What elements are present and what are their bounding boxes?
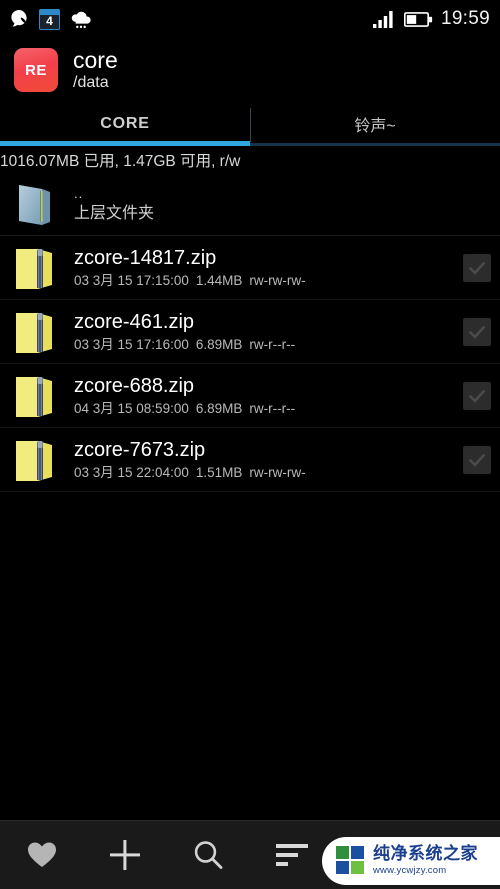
- file-name: zcore-688.zip: [74, 374, 195, 397]
- tab-bar: CORE 铃声~: [0, 102, 500, 146]
- page-title: core: [73, 47, 118, 74]
- table-row[interactable]: zcore-7673.zip 03 3月 15 22:04:00 1.51MB rw…: [0, 428, 500, 492]
- list-item-parent[interactable]: .. 上层文件夹: [0, 174, 500, 236]
- zip-folder-icon: [8, 371, 60, 421]
- site-watermark: 纯净系统之家 www.ycwjzy.com: [322, 837, 500, 885]
- file-row-text: zcore-7673.zip 03 3月 15 22:04:00 1.51MB rw…: [60, 438, 460, 482]
- table-row[interactable]: zcore-14817.zip 03 3月 15 17:15:00 1.44MB r…: [0, 236, 500, 300]
- file-row-text: zcore-461.zip 03 3月 15 17:16:00 6.89MB rw-…: [60, 310, 460, 354]
- file-select-checkbox[interactable]: [460, 381, 494, 410]
- search-icon[interactable]: [167, 821, 250, 889]
- checkbox-box[interactable]: [463, 445, 491, 474]
- zip-folder-icon: [8, 243, 60, 293]
- status-bar-right-icons: 19:59: [372, 8, 490, 30]
- file-perms: rw-rw-rw-: [249, 464, 306, 480]
- table-row[interactable]: zcore-461.zip 03 3月 15 17:16:00 6.89MB rw-…: [0, 300, 500, 364]
- file-name: zcore-14817.zip: [74, 246, 217, 269]
- file-list[interactable]: .. 上层文件夹 zcore-14817.zip 03 3月 15 17:15:…: [0, 174, 500, 820]
- calendar-badge-count: 4: [46, 13, 53, 28]
- check-icon: [468, 261, 486, 275]
- watermark-title: 纯净系统之家: [373, 844, 478, 865]
- check-icon: [468, 325, 486, 339]
- root-explorer-icon[interactable]: RE: [14, 48, 58, 92]
- status-bar-left-icons: 4: [8, 8, 93, 30]
- favorite-heart-icon[interactable]: [0, 821, 83, 889]
- zip-folder-icon: [8, 435, 60, 485]
- sort-icon[interactable]: [250, 821, 333, 889]
- file-perms: rw-rw-rw-: [249, 272, 306, 288]
- storage-info: 1016.07MB 已用, 1.47GB 可用, r/w: [0, 146, 500, 174]
- file-name: zcore-461.zip: [74, 310, 195, 333]
- app-header: RE core /data: [0, 38, 500, 102]
- signal-icon: [372, 10, 397, 28]
- file-date: 03 3月 15 17:15:00: [74, 272, 189, 288]
- file-meta: 03 3月 15 22:04:00 1.51MB rw-rw-rw-: [74, 464, 460, 482]
- file-meta: 03 3月 15 17:15:00 1.44MB rw-rw-rw-: [74, 272, 460, 290]
- status-bar-clock: 19:59: [440, 8, 490, 29]
- file-date: 03 3月 15 22:04:00: [74, 464, 189, 480]
- file-size: 6.89MB: [195, 400, 243, 416]
- watermark-url: www.ycwjzy.com: [373, 865, 447, 877]
- watermark-text: 纯净系统之家 www.ycwjzy.com: [373, 846, 478, 876]
- file-size: 1.44MB: [195, 272, 243, 288]
- tab-core[interactable]: CORE: [0, 102, 250, 146]
- check-icon: [468, 389, 486, 403]
- file-perms: rw-r--r--: [249, 400, 296, 416]
- list-item-parent-text: .. 上层文件夹: [60, 187, 500, 223]
- file-size: 1.51MB: [195, 464, 243, 480]
- add-plus-icon[interactable]: [83, 821, 166, 889]
- file-meta: 03 3月 15 17:16:00 6.89MB rw-r--r--: [74, 336, 460, 354]
- calendar-icon: 4: [39, 8, 60, 30]
- file-name: zcore-7673.zip: [74, 438, 206, 461]
- file-meta: 04 3月 15 08:59:00 6.89MB rw-r--r--: [74, 400, 460, 418]
- file-select-checkbox[interactable]: [460, 253, 494, 282]
- parent-label: 上层文件夹: [74, 204, 155, 222]
- file-date: 04 3月 15 08:59:00: [74, 400, 189, 416]
- qq-icon: [8, 8, 30, 30]
- folder-blue-icon: [8, 180, 60, 230]
- status-bar: 4 19:59: [0, 0, 500, 38]
- file-select-checkbox[interactable]: [460, 317, 494, 346]
- watermark-logo-icon: [336, 846, 366, 876]
- check-icon: [468, 453, 486, 467]
- app-screen: 4 19:59 RE core /data CORE 铃声~ 1016.07MB…: [0, 0, 500, 889]
- parent-name: ..: [74, 186, 84, 201]
- battery-icon: [403, 11, 434, 28]
- file-perms: rw-r--r--: [249, 336, 296, 352]
- checkbox-box[interactable]: [463, 317, 491, 346]
- file-date: 03 3月 15 17:16:00: [74, 336, 189, 352]
- app-header-titles: core /data: [73, 48, 118, 91]
- file-select-checkbox[interactable]: [460, 445, 494, 474]
- file-size: 6.89MB: [195, 336, 243, 352]
- tab-ringtone[interactable]: 铃声~: [250, 102, 500, 146]
- tab-active-indicator: [0, 141, 250, 146]
- bottom-toolbar: 纯净系统之家 www.ycwjzy.com: [0, 820, 500, 889]
- table-row[interactable]: zcore-688.zip 04 3月 15 08:59:00 6.89MB rw-…: [0, 364, 500, 428]
- checkbox-box[interactable]: [463, 381, 491, 410]
- current-path: /data: [73, 74, 109, 92]
- file-row-text: zcore-14817.zip 03 3月 15 17:15:00 1.44MB r…: [60, 246, 460, 290]
- zip-folder-icon: [8, 307, 60, 357]
- weather-rain-icon: [69, 9, 93, 30]
- file-row-text: zcore-688.zip 04 3月 15 08:59:00 6.89MB rw-…: [60, 374, 460, 418]
- checkbox-box[interactable]: [463, 253, 491, 282]
